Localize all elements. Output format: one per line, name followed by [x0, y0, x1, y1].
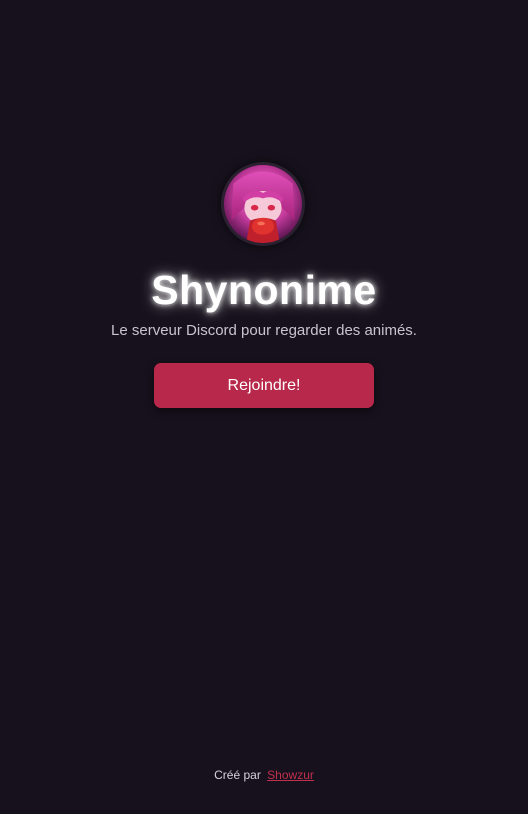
author-link[interactable]: Showzur: [267, 768, 314, 782]
join-button[interactable]: Rejoindre!: [154, 363, 374, 408]
created-by-label: Créé par: [214, 768, 261, 782]
anime-character-avatar-icon: [224, 165, 302, 243]
server-avatar: [221, 162, 305, 246]
server-name-title: Shynonime: [151, 267, 377, 313]
landing-page: Shynonime Le serveur Discord pour regard…: [0, 0, 528, 814]
server-description: Le serveur Discord pour regarder des ani…: [111, 322, 417, 339]
footer-credits: Créé par Showzur: [0, 766, 528, 784]
